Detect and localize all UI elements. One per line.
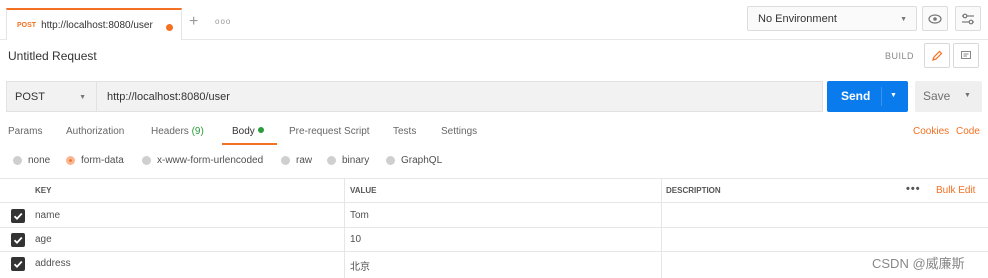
environment-label: No Environment [758,12,837,25]
row-value[interactable]: 北京 [350,258,370,273]
url-value: http://localhost:8080/user [107,90,230,103]
tab-prerequest-script[interactable]: Pre-request Script [289,126,370,137]
save-options-chevron-icon[interactable]: ▼ [964,92,971,99]
environment-select[interactable]: No Environment ▼ [747,6,917,31]
column-value: VALUE [350,186,377,195]
unsaved-dot-icon [166,24,173,31]
row-checkbox[interactable] [11,233,25,247]
save-label: Save [923,89,951,103]
cookies-link[interactable]: Cookies [913,126,949,137]
column-divider [661,178,662,278]
new-tab-plus-icon[interactable]: + [189,14,198,30]
row-value[interactable]: 10 [350,234,361,245]
column-description: DESCRIPTION [666,186,721,195]
radio-label: form-data [81,155,124,166]
edit-button[interactable] [924,43,950,68]
tab-bar: POST http://localhost:8080/user + ooo No… [0,0,988,40]
params-table-header: KEY VALUE DESCRIPTION [0,178,988,203]
send-options-chevron-icon[interactable]: ▼ [890,92,897,99]
tab-body[interactable]: Body [232,126,264,137]
send-divider [881,87,882,106]
environment-quick-look-button[interactable] [922,6,948,31]
body-active-dot-icon [257,127,264,133]
radio-selected-icon [66,156,75,165]
tab-params[interactable]: Params [8,126,42,137]
row-key[interactable]: address [35,258,71,269]
table-row: address 北京 [0,252,988,276]
row-checkbox[interactable] [11,209,25,223]
table-row: age 10 [0,228,988,252]
method-select[interactable]: POST ▼ [6,81,96,112]
radio-circle-icon [327,156,336,165]
tab-title: http://localhost:8080/user [41,19,153,31]
column-divider [344,178,345,278]
radio-label: GraphQL [401,155,443,166]
radio-label: x-www-form-urlencoded [157,155,264,166]
radio-x-www-form-urlencoded[interactable]: x-www-form-urlencoded [142,155,263,166]
method-label: POST [15,90,45,103]
tab-tests[interactable]: Tests [393,126,416,137]
build-label: BUILD [885,51,915,61]
bulk-edit-link[interactable]: Bulk Edit [936,185,975,196]
radio-label: binary [342,155,370,166]
comments-button[interactable] [953,43,979,68]
tab-headers-label: Headers [151,126,189,137]
radio-form-data[interactable]: form-data [66,155,124,166]
sliders-icon [962,13,974,24]
chevron-down-icon: ▼ [900,16,907,23]
radio-circle-icon [142,156,151,165]
more-options-icon[interactable]: ••• [906,183,921,195]
chevron-down-icon: ▼ [79,94,86,101]
checkmark-icon [13,260,23,268]
tab-body-label: Body [232,126,255,137]
checkmark-icon [13,212,23,220]
more-tabs-icon[interactable]: ooo [215,17,231,26]
column-key: KEY [35,186,52,195]
manage-environments-button[interactable] [955,6,981,31]
radio-none[interactable]: none [13,155,50,166]
row-checkbox[interactable] [11,257,25,271]
send-button[interactable]: Send ▼ [827,81,908,112]
table-row: name Tom [0,204,988,228]
tab-method: POST [17,21,37,29]
row-value[interactable]: Tom [350,210,369,221]
row-key[interactable]: age [35,234,52,245]
radio-circle-icon [281,156,290,165]
radio-circle-icon [13,156,22,165]
comment-icon [961,50,971,59]
code-link[interactable]: Code [956,126,980,137]
url-input[interactable]: http://localhost:8080/user [96,81,823,112]
radio-circle-icon [386,156,395,165]
radio-raw[interactable]: raw [281,155,312,166]
watermark: CSDN @威廉斯 [872,256,965,271]
pencil-icon [932,50,943,61]
request-tab[interactable]: POST http://localhost:8080/user [6,8,182,40]
radio-graphql[interactable]: GraphQL [386,155,442,166]
tab-authorization[interactable]: Authorization [66,126,124,137]
send-label: Send [841,89,871,103]
row-key[interactable]: name [35,210,60,221]
radio-label: raw [296,155,313,166]
active-tab-indicator [222,143,277,145]
request-title[interactable]: Untitled Request [8,49,97,63]
save-button[interactable]: Save ▼ [915,81,982,112]
tab-headers[interactable]: Headers (9) [151,126,204,137]
radio-binary[interactable]: binary [327,155,369,166]
headers-count: (9) [191,126,204,137]
eye-icon [928,13,942,24]
checkmark-icon [13,236,23,244]
radio-label: none [28,155,51,166]
tab-settings[interactable]: Settings [441,126,477,137]
